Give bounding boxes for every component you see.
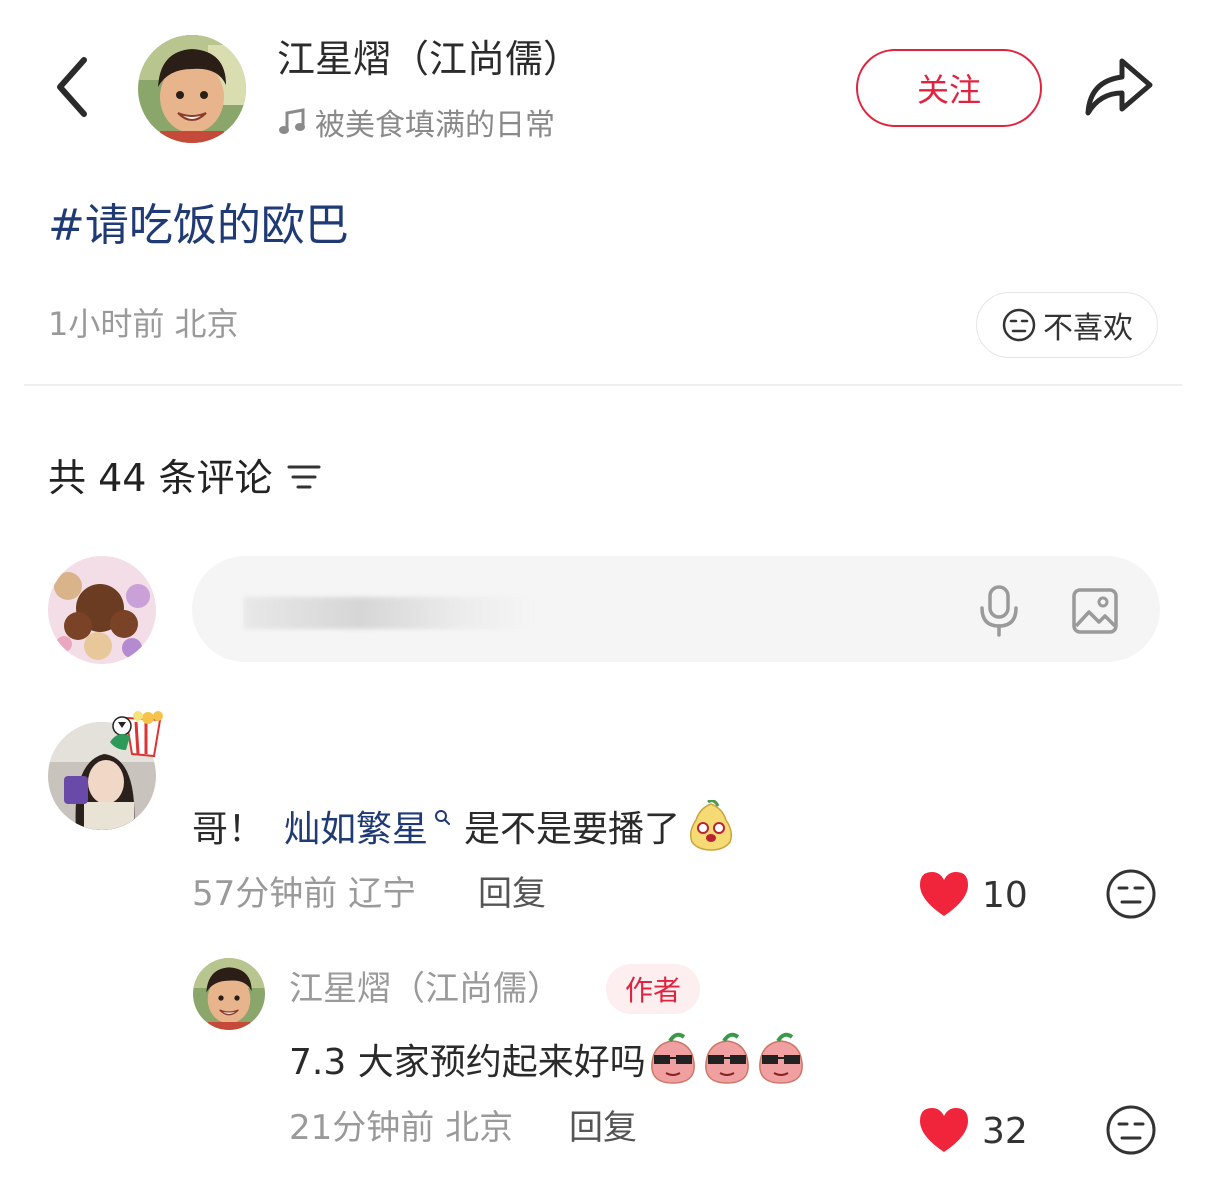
music-title: 被美食填满的日常: [315, 108, 555, 143]
comment-count-header: 共 44 条评论: [48, 448, 321, 500]
neutral-face-icon: [1106, 1105, 1156, 1155]
neutral-face-icon: [1106, 869, 1156, 919]
search-icon: [435, 810, 451, 825]
author-name[interactable]: 江星熠（江尚儒）: [277, 32, 581, 86]
reply-time: 21分钟前: [289, 1108, 435, 1148]
comment-text: 哥！ 灿如繁星 是不是要播了: [192, 800, 736, 852]
reply-body: 7.3 大家预约起来好吗: [289, 1042, 646, 1083]
dislike-comment-button[interactable]: [1105, 868, 1157, 920]
image-upload-button[interactable]: [1070, 586, 1120, 636]
music-tag[interactable]: 被美食填满的日常: [277, 102, 555, 143]
music-note-icon: [279, 108, 305, 134]
input-placeholder-blurred: [244, 597, 534, 629]
comment-time: 57分钟前: [192, 874, 338, 914]
back-button[interactable]: [48, 52, 98, 122]
comment-prefix: 哥！: [192, 809, 265, 850]
reply-author-avatar[interactable]: [193, 958, 265, 1030]
like-button[interactable]: [918, 1106, 970, 1154]
author-badge: 作者: [606, 964, 700, 1014]
post-hashtag[interactable]: #请吃饭的欧巴: [48, 196, 349, 256]
author-avatar[interactable]: [138, 35, 246, 143]
my-avatar[interactable]: [48, 556, 156, 664]
divider: [24, 384, 1182, 386]
post-time: 1小时前: [48, 305, 165, 343]
like-button[interactable]: [918, 870, 970, 918]
cool-sunglasses-emoji-icon: [650, 1032, 803, 1084]
like-count: 32: [982, 1111, 1028, 1152]
image-icon: [1072, 588, 1118, 634]
reply-author-name[interactable]: 江星熠（江尚儒）: [289, 966, 561, 1012]
share-arrow-icon: [1085, 58, 1153, 116]
neutral-face-icon: [1002, 308, 1036, 342]
comment-count: 共 44 条评论: [48, 455, 273, 500]
reply-location: 北京: [445, 1108, 514, 1148]
microphone-icon: [980, 585, 1018, 637]
reply-text: 7.3 大家预约起来好吗: [289, 1032, 808, 1086]
heart-icon: [920, 872, 968, 916]
share-button[interactable]: [1082, 53, 1156, 119]
reply-button[interactable]: 回复: [478, 872, 546, 916]
reply-button[interactable]: 回复: [569, 1106, 637, 1150]
comment-location: 辽宁: [348, 874, 417, 914]
chevron-left-icon: [57, 57, 87, 117]
avatar-pendant-decoration: [108, 710, 172, 762]
like-count: 10: [982, 875, 1028, 916]
voice-input-button[interactable]: [976, 584, 1022, 638]
dislike-button[interactable]: 不喜欢: [976, 292, 1158, 358]
smiling-pear-emoji-icon: [689, 800, 733, 851]
comment-meta: 57分钟前 辽宁: [192, 872, 416, 916]
follow-button[interactable]: 关注: [856, 49, 1042, 127]
sort-lines-icon[interactable]: [287, 463, 321, 491]
reply-meta: 21分钟前 北京: [289, 1106, 513, 1150]
comment-body: 是不是要播了: [464, 809, 681, 850]
post-location: 北京: [174, 305, 239, 343]
dislike-label: 不喜欢: [1043, 311, 1133, 346]
mention-link[interactable]: 灿如繁星: [284, 800, 428, 852]
dislike-comment-button[interactable]: [1105, 1104, 1157, 1156]
heart-icon: [920, 1108, 968, 1152]
post-meta: 1小时前 北京: [48, 302, 239, 346]
